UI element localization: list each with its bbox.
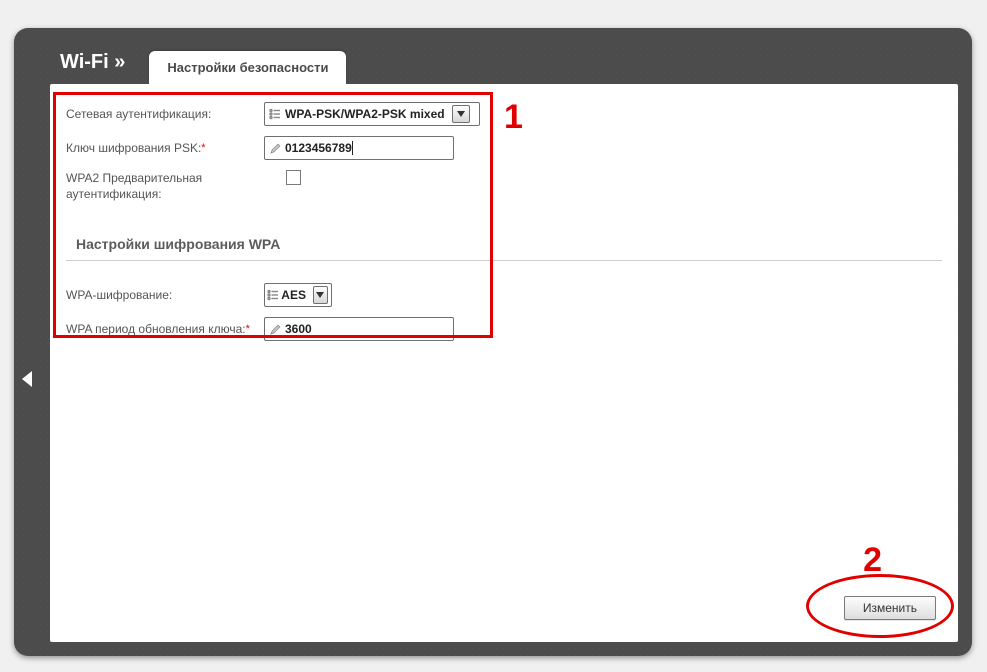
button-label: Изменить xyxy=(863,601,917,615)
select-value: AES xyxy=(281,288,310,302)
chevron-down-icon[interactable] xyxy=(452,105,470,123)
label-wpa2-preauth: WPA2 Предварительная аутентификация: xyxy=(66,170,264,202)
annotation-number-2: 2 xyxy=(863,541,882,580)
input-psk-key[interactable]: 0123456789 xyxy=(264,136,454,160)
header: Wi-Fi » Настройки безопасности xyxy=(50,38,958,84)
apply-button[interactable]: Изменить xyxy=(844,596,936,620)
select-value: WPA-PSK/WPA2-PSK mixed xyxy=(285,107,449,121)
checkbox-wpa2-preauth[interactable] xyxy=(286,170,301,185)
input-value: 0123456789 xyxy=(285,141,453,156)
label-psk-key: Ключ шифрования PSK:* xyxy=(66,141,264,155)
select-network-auth[interactable]: WPA-PSK/WPA2-PSK mixed xyxy=(264,102,480,126)
label-wpa-rekey-period: WPA период обновления ключа:* xyxy=(66,322,264,336)
select-wpa-encryption[interactable]: AES xyxy=(264,283,332,307)
label-wpa-encryption: WPA-шифрование: xyxy=(66,288,264,302)
router-panel: Wi-Fi » Настройки безопасности Сетевая а… xyxy=(14,28,972,656)
list-icon xyxy=(265,289,281,301)
tab-security-settings[interactable]: Настройки безопасности xyxy=(149,51,346,84)
breadcrumb[interactable]: Wi-Fi » xyxy=(50,51,143,84)
pencil-icon xyxy=(265,143,285,154)
annotation-number-1: 1 xyxy=(504,98,523,137)
sidebar-collapse-arrow[interactable] xyxy=(18,364,38,394)
chevron-down-icon[interactable] xyxy=(313,286,328,304)
label-network-auth: Сетевая аутентификация: xyxy=(66,107,264,121)
input-wpa-rekey-period[interactable]: 3600 xyxy=(264,317,454,341)
pencil-icon xyxy=(265,324,285,335)
input-value: 3600 xyxy=(285,322,453,336)
section-title-wpa-encryption: Настройки шифрования WPA xyxy=(66,212,942,260)
content-area: Сетевая аутентификация: WPA-PSK/WPA2-PSK… xyxy=(50,84,958,642)
list-icon xyxy=(265,108,285,120)
divider xyxy=(66,260,942,261)
tab-label: Настройки безопасности xyxy=(149,60,346,75)
